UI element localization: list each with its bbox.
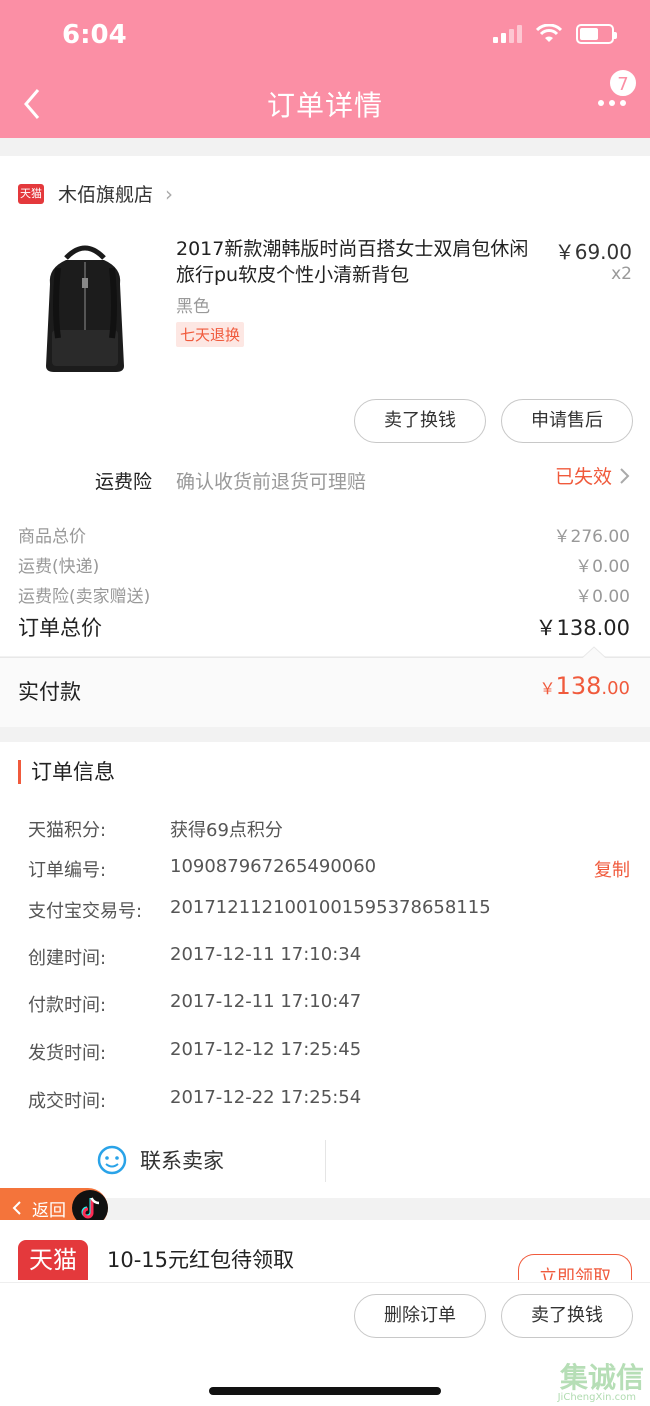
order-number: 109087967265490060 bbox=[170, 856, 377, 877]
info-label: 付款时间: bbox=[28, 995, 107, 1016]
signal-icon bbox=[493, 25, 522, 43]
info-value: 2017-12-12 17:25:45 bbox=[170, 1039, 362, 1060]
info-label: 订单编号: bbox=[28, 860, 107, 881]
battery-icon bbox=[576, 24, 617, 44]
price-value: ￥0.00 bbox=[575, 557, 630, 577]
product-quantity: x2 bbox=[611, 264, 632, 284]
chevron-right-icon: › bbox=[165, 181, 174, 206]
info-value: 获得69点积分 bbox=[170, 820, 283, 841]
info-value: 2017-12-11 17:10:34 bbox=[170, 944, 362, 965]
divider bbox=[325, 1140, 326, 1182]
watermark-logo: 集诚信 bbox=[559, 1361, 644, 1394]
sell-for-cash-button[interactable]: 卖了换钱 bbox=[501, 1294, 633, 1338]
tmall-logo: 天猫 bbox=[18, 1240, 88, 1280]
product-title[interactable]: 2017新款潮韩版时尚百搭女士双肩包休闲旅行pu软皮个性小清新背包 bbox=[176, 236, 542, 288]
coupon-text: 10-15元红包待领取 bbox=[107, 1248, 295, 1272]
info-label: 支付宝交易号: bbox=[28, 901, 143, 922]
more-dots-icon bbox=[598, 100, 626, 106]
claim-coupon-button[interactable]: 立即领取 bbox=[518, 1254, 632, 1280]
top-header: 6:04 订单详情 7 bbox=[0, 0, 650, 138]
copy-button[interactable]: 复制 bbox=[594, 856, 630, 882]
backpack-icon bbox=[46, 245, 124, 372]
product-price: ￥69.00 bbox=[554, 240, 632, 264]
info-label: 成交时间: bbox=[28, 1091, 107, 1112]
after-sale-button[interactable]: 申请售后 bbox=[501, 399, 633, 443]
notification-badge: 7 bbox=[608, 68, 638, 98]
price-row-goods: 商品总价 ￥276.00 bbox=[18, 522, 630, 547]
price-label: 运费(快递) bbox=[18, 557, 100, 577]
price-value: ￥0.00 bbox=[575, 587, 630, 607]
total-value: ￥138.00 bbox=[535, 616, 630, 640]
store-name: 木佰旗舰店 bbox=[58, 184, 154, 206]
info-value: 2017121121001001595378658115 bbox=[170, 897, 491, 918]
store-link[interactable]: 天猫 木佰旗舰店 › bbox=[18, 180, 173, 207]
shipping-insurance-desc: 确认收货前退货可理赔 bbox=[176, 471, 367, 493]
info-label: 创建时间: bbox=[28, 948, 107, 969]
info-label: 发货时间: bbox=[28, 1043, 107, 1064]
chat-face-icon bbox=[97, 1145, 127, 1175]
product-variant: 黑色 bbox=[176, 297, 210, 317]
status-icons bbox=[493, 24, 617, 44]
total-label: 订单总价 bbox=[18, 616, 102, 640]
order-info-title: 订单信息 bbox=[18, 760, 115, 784]
paid-decimal: .00 bbox=[601, 678, 630, 699]
contact-seller-label: 联系卖家 bbox=[140, 1149, 224, 1173]
return-label: 返回 bbox=[32, 1200, 66, 1221]
price-label: 运费险(卖家赠送) bbox=[18, 587, 151, 607]
return-policy-tag: 七天退换 bbox=[176, 322, 245, 347]
price-row-total: 订单总价 ￥138.00 bbox=[18, 612, 630, 642]
home-indicator[interactable] bbox=[209, 1387, 441, 1395]
info-value: 2017-12-11 17:10:47 bbox=[170, 991, 362, 1012]
info-value: 2017-12-22 17:25:54 bbox=[170, 1087, 362, 1108]
price-row-insurance: 运费险(卖家赠送) ￥0.00 bbox=[18, 582, 630, 607]
paid-label: 实付款 bbox=[18, 680, 81, 704]
chevron-left-icon bbox=[12, 1201, 21, 1215]
wifi-icon bbox=[536, 24, 562, 44]
caret-up-icon bbox=[582, 646, 606, 658]
paid-integer: 138 bbox=[555, 672, 602, 700]
shipping-insurance-link[interactable]: 已失效 bbox=[555, 462, 632, 489]
info-label: 天猫积分: bbox=[28, 820, 107, 841]
paid-currency: ￥ bbox=[539, 679, 556, 698]
contact-seller-button[interactable]: 联系卖家 bbox=[96, 1144, 224, 1176]
sell-for-cash-button[interactable]: 卖了换钱 bbox=[354, 399, 486, 443]
order-info-card bbox=[0, 742, 650, 1198]
delete-order-button[interactable]: 删除订单 bbox=[354, 1294, 486, 1338]
price-label: 商品总价 bbox=[18, 527, 86, 547]
price-value: ￥276.00 bbox=[553, 527, 630, 547]
shipping-insurance-status: 已失效 bbox=[554, 466, 612, 488]
tmall-logo: 天猫 bbox=[18, 183, 44, 204]
shipping-insurance-label: 运费险 bbox=[95, 471, 153, 493]
status-time: 6:04 bbox=[62, 20, 127, 50]
watermark-url: JiChengXin.com bbox=[557, 1392, 636, 1403]
price-row-shipping: 运费(快递) ￥0.00 bbox=[18, 552, 630, 577]
paid-amount: ￥138.00 bbox=[540, 672, 630, 700]
product-image[interactable] bbox=[36, 238, 134, 376]
page-title: 订单详情 bbox=[266, 89, 383, 122]
chevron-right-icon bbox=[620, 467, 630, 484]
